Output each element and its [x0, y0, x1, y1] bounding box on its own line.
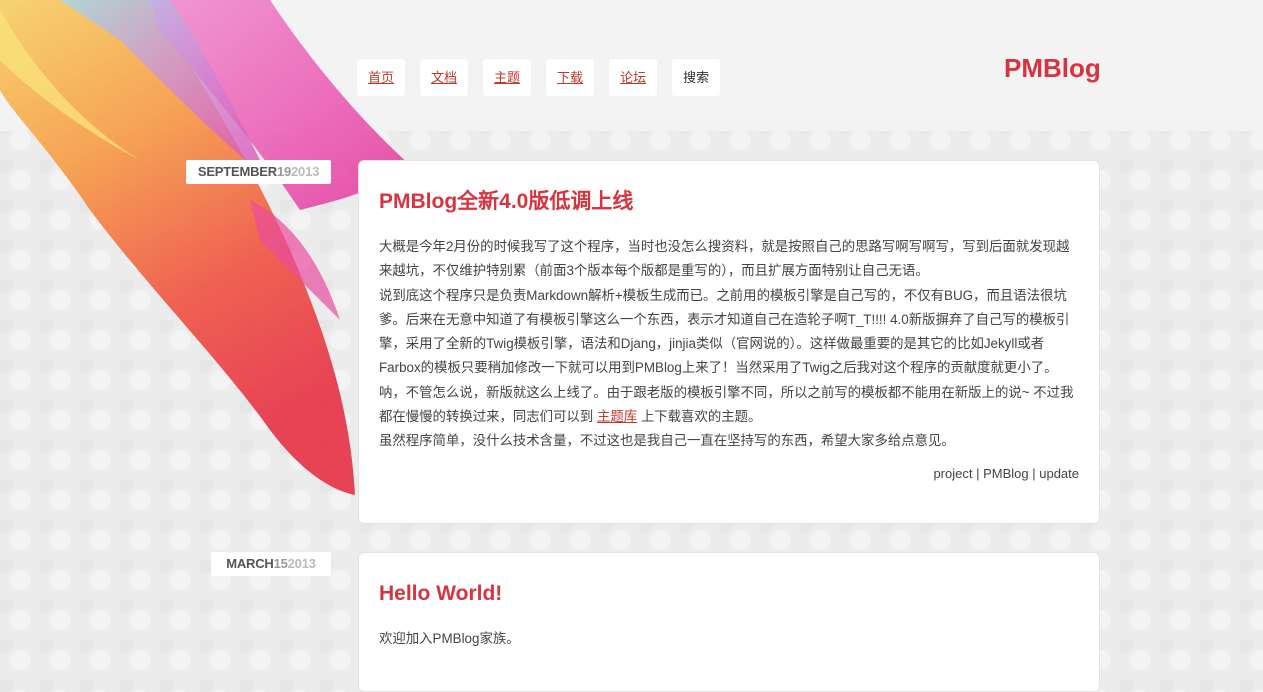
tag-separator: |	[1028, 465, 1040, 481]
main-nav: 首页 文档 主题 下载 论坛 搜索	[357, 59, 721, 96]
nav-search-button[interactable]: 搜索	[672, 59, 721, 96]
post-body: 欢迎加入PMBlog家族。	[379, 627, 1079, 651]
date-month: MARCH	[226, 556, 274, 571]
tag-link-update[interactable]: update	[1039, 466, 1079, 481]
date-year: 2013	[287, 556, 316, 571]
nav-forum-link[interactable]: 论坛	[609, 59, 658, 96]
post-date-label: MARCH152013	[211, 552, 331, 576]
nav-download-link[interactable]: 下载	[546, 59, 595, 96]
post-paragraph: 大概是今年2月份的时候我写了这个程序，当时也没怎么搜资料，就是按照自己的思路写啊…	[379, 239, 1070, 279]
post-date-label: SEPTEMBER192013	[186, 160, 331, 184]
nav-docs-link[interactable]: 文档	[420, 59, 469, 96]
post-paragraph: 呐，不管怎么说，新版就这么上线了。由于跟老版的模板引擎不同，所以之前写的模板都不…	[379, 381, 1079, 430]
post-title-link[interactable]: PMBlog全新4.0版低调上线	[379, 187, 1079, 217]
tag-link-pmblog[interactable]: PMBlog	[983, 466, 1029, 481]
post-text: 上下载喜欢的主题。	[637, 409, 762, 425]
date-day: 15	[273, 556, 288, 571]
theme-library-link[interactable]: 主题库	[597, 409, 637, 424]
tag-link-project[interactable]: project	[933, 466, 972, 481]
post-card: PMBlog全新4.0版低调上线 大概是今年2月份的时候我写了这个程序，当时也没…	[358, 160, 1100, 524]
nav-home-link[interactable]: 首页	[357, 59, 406, 96]
post-body: 大概是今年2月份的时候我写了这个程序，当时也没怎么搜资料，就是按照自己的思路写啊…	[379, 235, 1079, 454]
date-month: SEPTEMBER	[197, 164, 277, 179]
post-paragraph: 虽然程序简单，没什么技术含量，不过这也是我自己一直在坚持写的东西，希望大家多给点…	[379, 433, 955, 449]
site-brand-logo[interactable]: PMBlog	[1004, 53, 1101, 84]
post-paragraph: 欢迎加入PMBlog家族。	[379, 631, 520, 646]
tag-separator: |	[972, 465, 984, 481]
nav-themes-link[interactable]: 主题	[483, 59, 532, 96]
date-year: 2013	[291, 164, 320, 179]
post-paragraph: 说到底这个程序只是负责Markdown解析+模板生成而已。之前用的模板引擎是自己…	[379, 287, 1070, 376]
post-card: Hello World! 欢迎加入PMBlog家族。	[358, 552, 1100, 692]
post-title-link[interactable]: Hello World!	[379, 579, 1079, 609]
date-day: 19	[276, 164, 292, 179]
post-tags: project | PMBlog | update	[379, 462, 1079, 486]
